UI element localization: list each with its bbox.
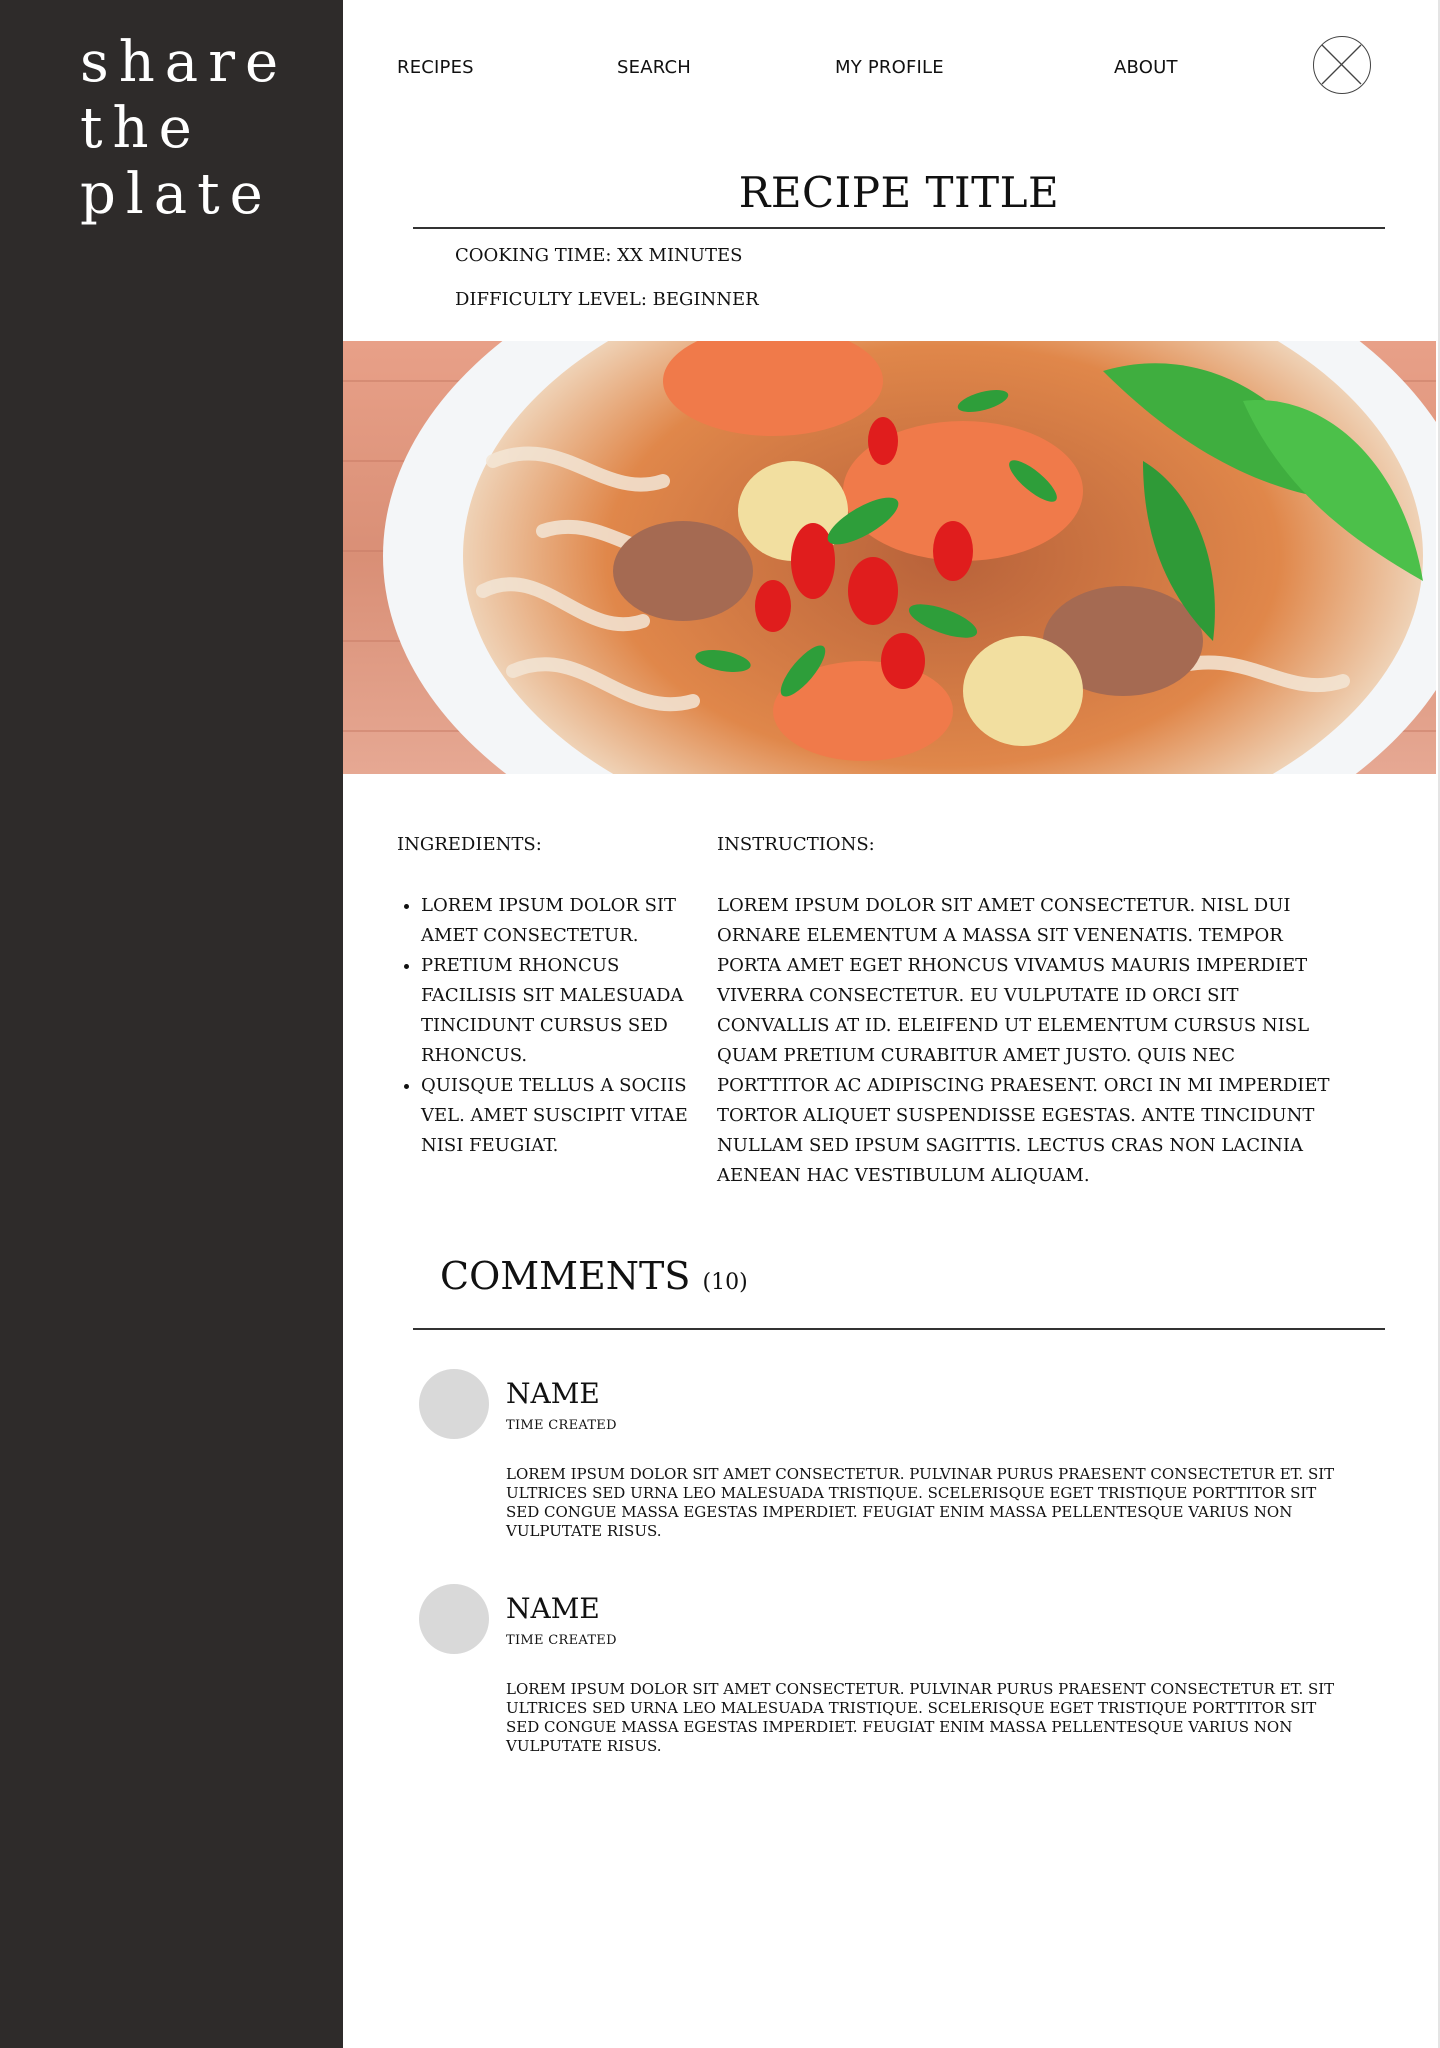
commenter-avatar[interactable] [419,1369,489,1439]
avatar-placeholder-icon [1321,44,1362,85]
comments-label: COMMENTS [440,1254,691,1298]
commenter-avatar[interactable] [419,1584,489,1654]
cooking-time: COOKING TIME: XX MINUTES [455,245,743,266]
logo-line-1: share [80,30,289,95]
nav-my-profile[interactable]: MY PROFILE [835,57,944,78]
ingredient-item: LOREM IPSUM DOLOR SIT AMET CONSECTETUR. [421,891,713,951]
comment-timestamp: TIME CREATED [506,1418,617,1433]
comment-body: LOREM IPSUM DOLOR SIT AMET CONSECTETUR. … [506,1465,1335,1540]
comments-count: (10) [702,1270,748,1295]
comments-heading: COMMENTS (10) [440,1254,748,1298]
logo-line-3: plate [80,162,273,227]
instructions-heading: INSTRUCTIONS: [717,834,875,855]
nav-recipes[interactable]: RECIPES [397,57,474,78]
commenter-name[interactable]: NAME [506,1592,600,1625]
recipe-hero-image [343,341,1436,774]
comment-timestamp: TIME CREATED [506,1633,617,1648]
nav-search[interactable]: SEARCH [617,57,691,78]
logo-line-2: the [80,96,202,161]
food-photo [343,341,1436,774]
commenter-name[interactable]: NAME [506,1377,600,1410]
ingredient-item: QUISQUE TELLUS A SOCIIS VEL. AMET SUSCIP… [421,1071,713,1161]
brand-logo[interactable]: share the plate [80,30,288,228]
ingredients-heading: INGREDIENTS: [397,834,542,855]
sidebar: share the plate [0,0,343,2048]
recipe-title: RECIPE TITLE [738,168,1060,217]
ingredients-list: LOREM IPSUM DOLOR SIT AMET CONSECTETUR. … [397,891,713,1161]
ingredient-item: PRETIUM RHONCUS FACILISIS SIT MALESUADA … [421,951,713,1071]
profile-avatar-button[interactable] [1313,36,1371,94]
title-divider [413,227,1385,229]
instructions-text: LOREM IPSUM DOLOR SIT AMET CONSECTETUR. … [717,895,1330,1186]
difficulty-level: DIFFICULTY LEVEL: BEGINNER [455,289,759,310]
comment-body: LOREM IPSUM DOLOR SIT AMET CONSECTETUR. … [506,1680,1335,1755]
comments-divider [413,1328,1385,1330]
nav-about[interactable]: ABOUT [1114,57,1178,78]
